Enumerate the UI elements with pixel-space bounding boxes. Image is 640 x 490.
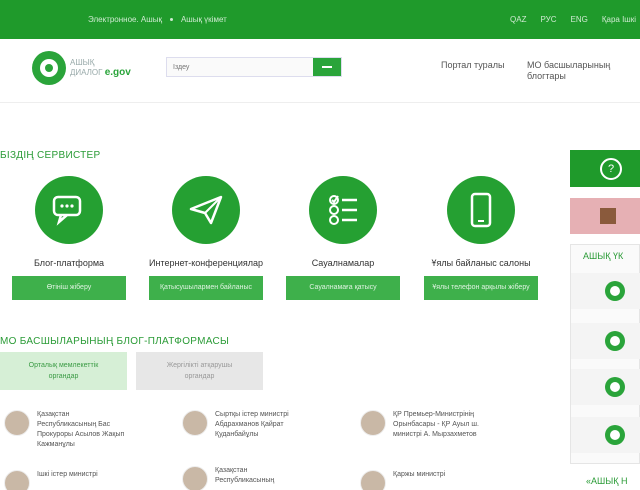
services-title: БІЗДІҢ СЕРВИСТЕР (0, 150, 101, 161)
blog-author-line: ҚР Премьер-Министрінің (393, 411, 475, 418)
search-button[interactable] (313, 58, 341, 76)
blog-author-line: Қазақстан (215, 467, 248, 474)
service-label: Блог-платформа (33, 258, 105, 268)
logo-text: АШЫҚ ДИАЛОГ e.gov (70, 58, 131, 78)
service-button[interactable]: Қатысушылармен байланыс (149, 276, 263, 300)
nav-about-portal[interactable]: Портал туралы (441, 60, 504, 71)
service-circle[interactable] (35, 176, 103, 244)
service-label: Интернет-конференциялар (149, 258, 263, 268)
lang-qaz[interactable]: QAZ (510, 15, 526, 24)
site-logo[interactable]: АШЫҚ ДИАЛОГ e.gov (32, 51, 131, 85)
open-government-panel: АШЫҚ ҮК (570, 244, 640, 464)
search-input[interactable] (167, 58, 313, 76)
nav-heads-blogs[interactable]: МО басшыларының блогтары (527, 60, 610, 82)
blog-author-line: Абдрахманов Қайрат (215, 421, 284, 428)
appeal-button[interactable] (570, 198, 640, 234)
service-mobile: Ұялы байланыс салоны Ұялы телефон арқылы… (422, 176, 540, 300)
chat-icon (52, 195, 82, 226)
open-government-title: АШЫҚ ҮК (583, 251, 624, 261)
paper-plane-icon (189, 195, 223, 225)
mobile-phone-icon (470, 192, 492, 228)
checklist-icon (329, 195, 357, 225)
blog-author-line: Қаржы министрі (393, 471, 446, 478)
help-button[interactable]: ? (570, 150, 640, 187)
open-gov-item[interactable] (571, 369, 640, 405)
service-button[interactable]: Сауалнамаға қатысу (286, 276, 400, 300)
blog-author: Қазақстан Республикасының Бас Прокуроры … (37, 410, 124, 450)
question-icon: ? (600, 158, 622, 180)
blog-author: ҚР Премьер-Министрінің Орынбасары - ҚР А… (393, 410, 479, 440)
tab-line: Жергілікті атқарушы (166, 362, 233, 369)
tab-central-bodies[interactable]: Орталық мемлекеттік органдар (0, 352, 127, 390)
top-link-egov[interactable]: Электронное. Ашық (88, 15, 162, 24)
avatar (360, 470, 386, 490)
search-icon (322, 66, 332, 68)
blog-list-item[interactable]: Қазақстан Республикасының Бас Прокуроры … (4, 410, 174, 450)
top-link-open-government[interactable]: Ашық үкімет (181, 15, 227, 24)
service-button[interactable]: Өтініш жіберу (12, 276, 126, 300)
open-data-icon (605, 281, 625, 301)
lang-eng[interactable]: ENG (571, 15, 588, 24)
tab-line: Орталық мемлекеттік (28, 362, 99, 369)
top-extra-link[interactable]: Қара Ішкі (602, 15, 636, 24)
blog-author-line: Ішкі істер министрі (37, 471, 98, 478)
blog-list-item[interactable]: ҚР Премьер-Министрінің Орынбасары - ҚР А… (360, 410, 530, 440)
blog-author-line: Республикасының Бас (37, 421, 111, 428)
tab-local-bodies[interactable]: Жергілікті атқарушы органдар (136, 352, 263, 390)
blogs-title: МО БАСШЫЛАРЫНЫҢ БЛОГ-ПЛАТФОРМАСЫ (0, 336, 230, 347)
blog-author-line: Кажманұлы (37, 441, 75, 448)
avatar (4, 470, 30, 490)
service-label: Ұялы байланыс салоны (431, 258, 531, 268)
blog-author: Сыртқы істер министрі Абдрахманов Қайрат… (215, 410, 289, 440)
open-npa-icon (605, 331, 625, 351)
open-gov-item[interactable] (571, 323, 640, 359)
separator-dot (169, 18, 173, 21)
service-circle[interactable] (447, 176, 515, 244)
blog-list-item[interactable]: Қаржы министрі (360, 470, 530, 490)
avatar (360, 410, 386, 436)
blog-author-line: министрі А. Мырзахметов (393, 431, 477, 438)
nav-heads-line1: МО басшыларының (527, 60, 611, 70)
logo-brand: e.gov (104, 67, 131, 78)
top-bar: Электронное. Ашық Ашық үкімет QAZ РУС EN… (0, 0, 640, 39)
service-internet-conferences: Интернет-конференциялар Қатысушылармен б… (147, 176, 265, 300)
service-circle[interactable] (172, 176, 240, 244)
blog-author-line: Орынбасары - ҚР Ауыл ш. (393, 421, 479, 428)
service-blog-platform: Блог-платформа Өтініш жіберу (10, 176, 128, 300)
blog-author-line: Республикасының (215, 477, 275, 484)
open-budgets-icon (605, 377, 625, 397)
open-gov-item[interactable] (571, 273, 640, 309)
blog-list-item[interactable]: Қазақстан Республикасының (182, 466, 352, 490)
box-icon (600, 208, 616, 224)
site-header: АШЫҚ ДИАЛОГ e.gov Портал туралы МО басшы… (0, 39, 640, 103)
service-button[interactable]: Ұялы телефон арқылы жіберу (424, 276, 538, 300)
avatar (4, 410, 30, 436)
blog-author-line: Қуданбайұлы (215, 431, 259, 438)
tab-line: органдар (184, 373, 215, 380)
blog-author: Ішкі істер министрі (37, 470, 98, 490)
open-gov-item[interactable] (571, 417, 640, 453)
avatar (182, 466, 208, 490)
blog-author: Қазақстан Республикасының (215, 466, 274, 490)
avatar (182, 410, 208, 436)
lang-rus[interactable]: РУС (540, 15, 556, 24)
blog-list-item[interactable]: Ішкі істер министрі (4, 470, 174, 490)
tab-line: органдар (48, 373, 79, 380)
search-bar (166, 57, 342, 77)
service-circle[interactable] (309, 176, 377, 244)
top-bar-links: Электронное. Ашық Ашық үкімет (88, 15, 227, 24)
blog-author-line: Сыртқы істер министрі (215, 411, 289, 418)
service-surveys: Сауалнамалар Сауалнамаға қатысу (284, 176, 402, 300)
blog-list-item[interactable]: Сыртқы істер министрі Абдрахманов Қайрат… (182, 410, 352, 440)
service-label: Сауалнамалар (311, 258, 375, 268)
blog-author-line: Прокуроры Асылов Жақып (37, 431, 125, 438)
blog-author: Қаржы министрі (393, 470, 445, 490)
bottom-right-title: «АШЫҚ Н (586, 476, 628, 486)
open-dialog-icon (605, 425, 625, 445)
language-switcher: QAZ РУС ENG Қара Ішкі (510, 15, 636, 24)
blog-author-line: Қазақстан (37, 411, 70, 418)
logo-line2: ДИАЛОГ (70, 68, 103, 77)
logo-icon (32, 51, 66, 85)
nav-heads-line2: блогтары (527, 71, 566, 81)
